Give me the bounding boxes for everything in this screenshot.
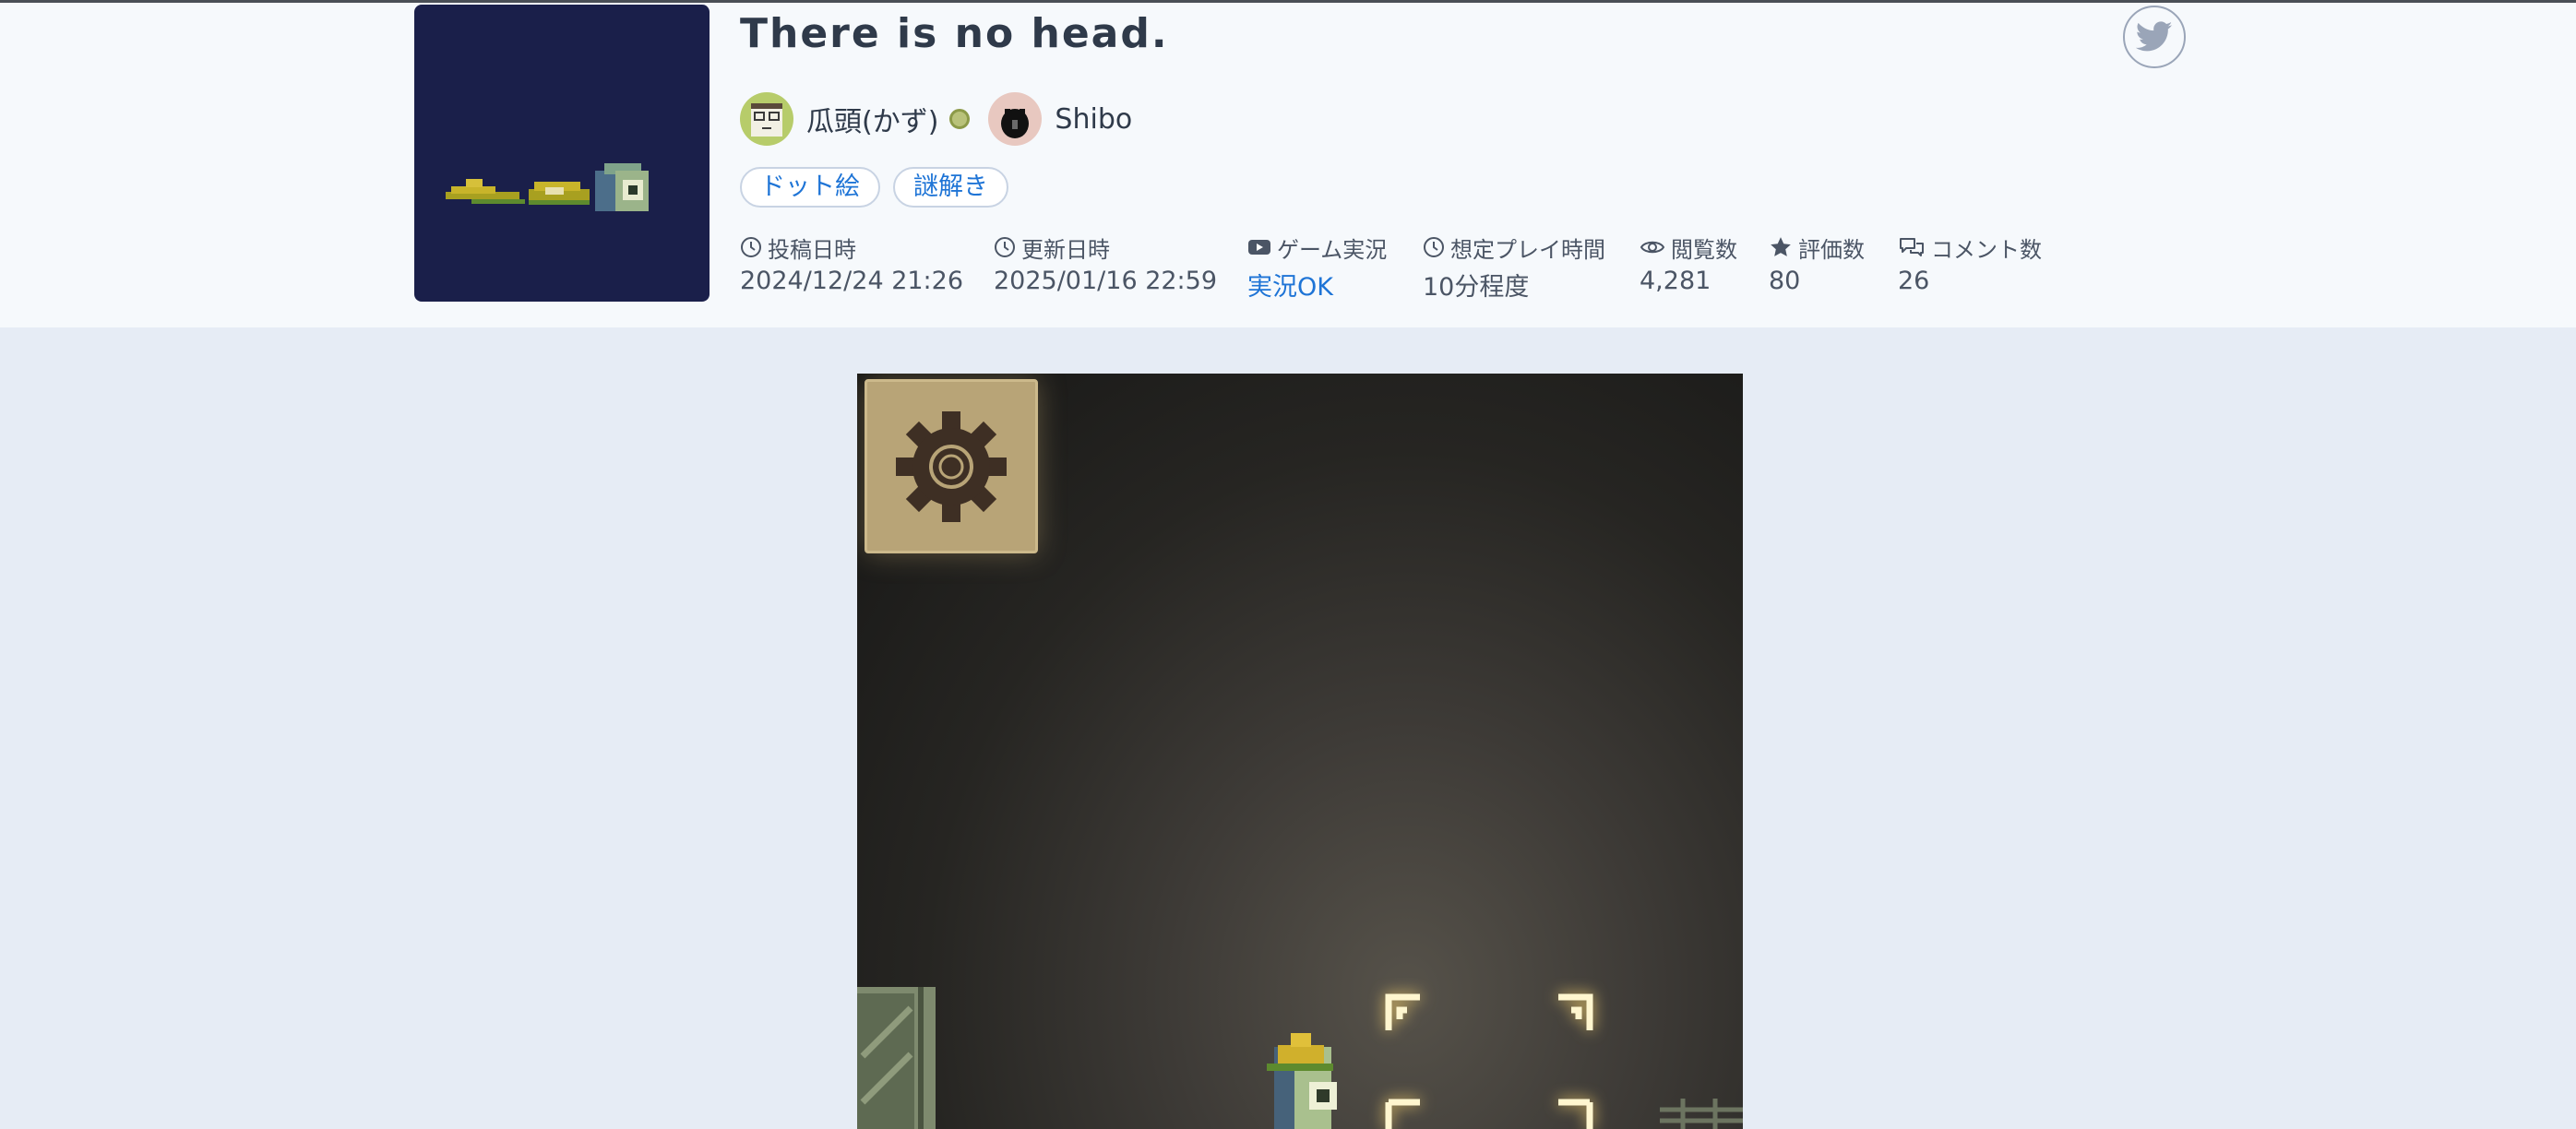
- author-name[interactable]: Shibo: [1055, 103, 1132, 136]
- game-thumbnail: [414, 5, 710, 302]
- eye-icon: [1640, 241, 1665, 254]
- chat-bubbles-icon: [1900, 238, 1924, 256]
- meta-label-text: 投稿日時: [768, 236, 856, 263]
- meta-label-text: 想定プレイ時間: [1450, 236, 1605, 263]
- melon-badge-icon: [949, 109, 971, 129]
- tag-list: ドット絵 謎解き: [740, 167, 1021, 208]
- thumbnail-pixel-art: [446, 163, 649, 211]
- black-creature-avatar-icon: [988, 92, 1043, 146]
- posted-date: 2024/12/24 21:26: [740, 267, 964, 295]
- meta-posted: 投稿日時 2024/12/24 21:26: [740, 232, 964, 296]
- tag-pixel-art[interactable]: ドット絵: [740, 167, 880, 208]
- author-list: 瓜頭(かず) Shibo: [740, 91, 1132, 147]
- meta-views: 閲覧数 4,281: [1640, 232, 1737, 296]
- tag-puzzle[interactable]: 謎解き: [893, 167, 1008, 208]
- clock-icon: [1424, 237, 1444, 257]
- meta-label-text: ゲーム実況: [1277, 236, 1388, 263]
- game-header: There is no head. 瓜頭(かず) Shibo ドット絵 謎解き …: [0, 3, 2576, 327]
- clock-icon: [741, 237, 761, 257]
- author-avatar[interactable]: [988, 92, 1043, 146]
- twitter-icon: [2136, 21, 2173, 52]
- meta-playtime: 想定プレイ時間 10分程度: [1423, 232, 1605, 303]
- author-avatar[interactable]: [740, 92, 793, 146]
- meta-updated: 更新日時 2025/01/16 22:59: [994, 232, 1218, 296]
- meta-streaming: ゲーム実況 実況OK: [1247, 232, 1387, 303]
- melon-face-avatar-icon: [740, 92, 793, 146]
- meta-ratings: 評価数 80: [1769, 232, 1865, 296]
- meta-label-text: 閲覧数: [1671, 236, 1737, 263]
- target-brackets: [1385, 993, 1593, 1129]
- twitter-share-button[interactable]: [2123, 6, 2186, 68]
- player-character: [1267, 1033, 1337, 1129]
- author-name[interactable]: 瓜頭(かず): [806, 99, 938, 139]
- updated-date: 2025/01/16 22:59: [994, 267, 1218, 295]
- game-scene: [857, 987, 1743, 1129]
- meta-label-text: 更新日時: [1021, 236, 1110, 263]
- star-icon: [1771, 237, 1791, 256]
- meta-label-text: コメント数: [1931, 236, 2042, 263]
- playtime-value: 10分程度: [1423, 273, 1530, 302]
- ratings-count: 80: [1769, 267, 1801, 295]
- clock-icon: [995, 237, 1015, 257]
- views-count: 4,281: [1640, 267, 1711, 295]
- meta-comments: コメント数 26: [1898, 232, 2042, 296]
- comments-count: 26: [1898, 267, 1930, 295]
- game-canvas[interactable]: [857, 374, 1743, 1129]
- game-title: There is no head.: [740, 10, 1169, 57]
- streaming-ok-link[interactable]: 実況OK: [1247, 267, 1387, 303]
- fence: [1660, 1099, 1743, 1129]
- youtube-icon: [1248, 240, 1270, 255]
- crate: [857, 987, 936, 1129]
- meta-label-text: 評価数: [1798, 236, 1865, 263]
